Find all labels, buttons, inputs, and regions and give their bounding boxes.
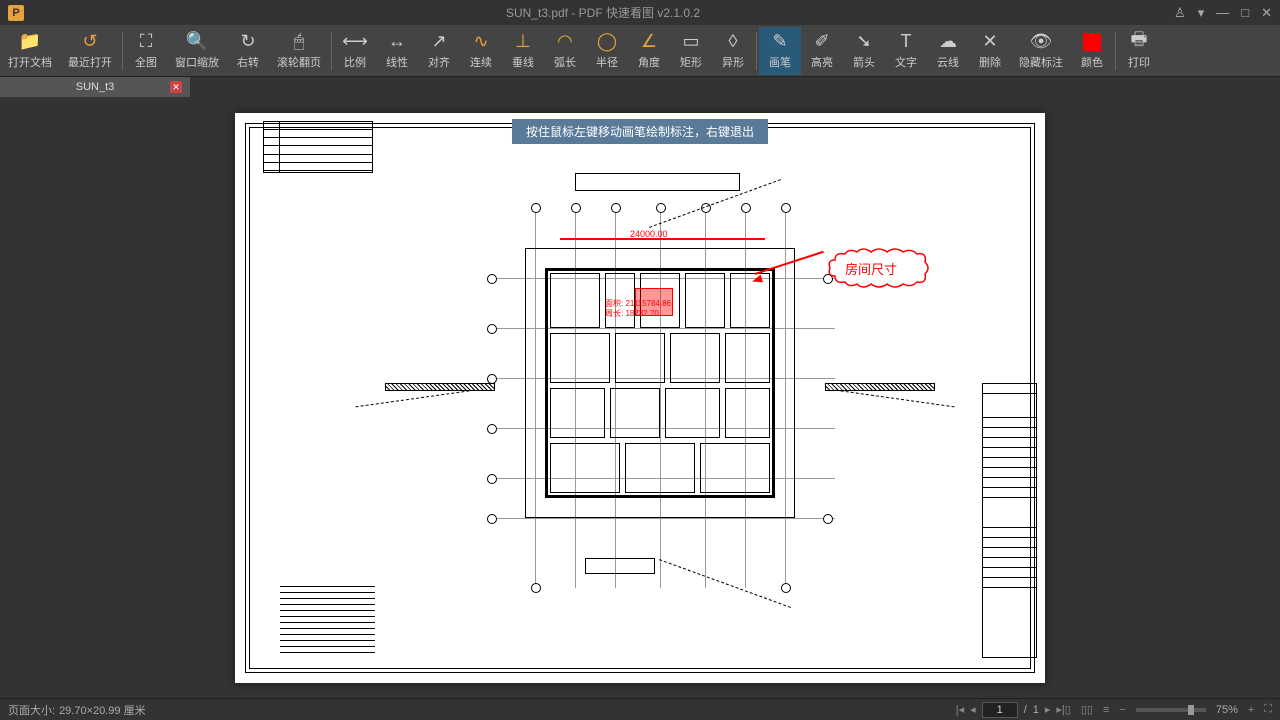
highlight-icon: ✐ xyxy=(814,32,829,52)
brush-button[interactable]: ✎画笔 xyxy=(759,27,801,75)
document-tab[interactable]: SUN_t3 ✕ xyxy=(0,77,190,97)
prev-page-icon[interactable]: ◂ xyxy=(970,703,976,716)
measure-text: 面积: 21115784.86 周长: 18732.70 xyxy=(605,299,671,319)
scale-icon: ⟷ xyxy=(342,32,368,52)
drawing-notes xyxy=(280,583,375,658)
align-button[interactable]: ↗对齐 xyxy=(418,27,460,75)
last-page-icon[interactable]: ▸| xyxy=(1056,703,1064,716)
linear-icon: ↔ xyxy=(388,32,406,52)
double-page-icon[interactable]: ▯▯ xyxy=(1081,703,1093,716)
arc-icon: ◠ xyxy=(557,32,573,52)
menu-icon[interactable]: ▾ xyxy=(1198,5,1205,21)
title-block xyxy=(982,383,1037,658)
delete-button[interactable]: ✕删除 xyxy=(969,27,1011,75)
tool-hint: 按住鼠标左键移动画笔绘制标注，右键退出 xyxy=(512,119,768,144)
highlight-button[interactable]: ✐高亮 xyxy=(801,27,843,75)
rect-button[interactable]: ▭矩形 xyxy=(670,27,712,75)
mouse-icon: 🖱 xyxy=(294,32,305,52)
vertical-button[interactable]: ⊥垂线 xyxy=(502,27,544,75)
text-button[interactable]: T文字 xyxy=(885,27,927,75)
pdf-page: 按住鼠标左键移动画笔绘制标注，右键退出 xyxy=(235,113,1045,683)
hidemark-button[interactable]: 👁隐藏标注 xyxy=(1011,27,1071,75)
continuous-icon: ∿ xyxy=(473,32,488,52)
single-page-icon[interactable]: ▯ xyxy=(1065,703,1071,716)
anomaly-button[interactable]: ◊异形 xyxy=(712,27,754,75)
delete-icon: ✕ xyxy=(982,32,997,52)
arrow-icon: ➘ xyxy=(856,32,871,52)
page-total: 1 xyxy=(1033,704,1039,716)
rotate-icon: ↻ xyxy=(240,32,255,52)
zoom-value: 75% xyxy=(1216,704,1238,716)
first-page-icon[interactable]: |◂ xyxy=(956,703,964,716)
user-icon[interactable]: ♙ xyxy=(1174,5,1186,21)
print-button[interactable]: 🖶打印 xyxy=(1118,27,1160,75)
page-input[interactable] xyxy=(982,702,1018,718)
vertical-icon: ⊥ xyxy=(515,32,531,52)
titlebar: P SUN_t3.pdf - PDF 快速看图 v2.1.0.2 ♙ ▾ — □… xyxy=(0,0,1280,25)
tab-close-icon[interactable]: ✕ xyxy=(170,81,182,93)
window-title: SUN_t3.pdf - PDF 快速看图 v2.1.0.2 xyxy=(32,4,1174,21)
zoom-slider[interactable] xyxy=(1136,708,1206,712)
brush-icon: ✎ xyxy=(772,32,787,52)
app-logo: P xyxy=(8,5,24,21)
statusbar: 页面大小: 29.70×20.99 厘米 |◂ ◂ / 1 ▸ ▸| ▯ ▯▯ … xyxy=(0,698,1280,720)
open-doc-button[interactable]: 📁打开文档 xyxy=(0,27,60,75)
radius-button[interactable]: ◯半径 xyxy=(586,27,628,75)
linear-button[interactable]: ↔线性 xyxy=(376,27,418,75)
next-page-icon[interactable]: ▸ xyxy=(1045,703,1051,716)
document-viewport[interactable]: 按住鼠标左键移动画笔绘制标注，右键退出 xyxy=(0,97,1280,698)
radius-icon: ◯ xyxy=(597,32,617,52)
cloud-icon: ☁ xyxy=(939,32,957,52)
color-icon xyxy=(1083,32,1101,52)
section-top xyxy=(575,173,740,191)
continuous-page-icon[interactable]: ≡ xyxy=(1103,704,1109,716)
scale-button[interactable]: ⟷比例 xyxy=(334,27,376,75)
anomaly-icon: ◊ xyxy=(729,32,738,52)
legend-table xyxy=(263,121,373,173)
recent-button[interactable]: ↺最近打开 xyxy=(60,27,120,75)
history-icon: ↺ xyxy=(82,32,97,52)
pagesize-value: 29.70×20.99 厘米 xyxy=(59,702,146,718)
page-sep: / xyxy=(1024,704,1027,716)
zoom-out-icon[interactable]: − xyxy=(1119,704,1125,716)
expand-icon: ⛶ xyxy=(140,32,153,52)
fullview-button[interactable]: ⛶全图 xyxy=(125,27,167,75)
section-bottom xyxy=(585,558,655,574)
cloud-button[interactable]: ☁云线 xyxy=(927,27,969,75)
hide-icon: 👁 xyxy=(1030,32,1053,52)
winzoom-button[interactable]: 🔍窗口缩放 xyxy=(167,27,227,75)
tab-label: SUN_t3 xyxy=(76,81,115,93)
scrollpage-button[interactable]: 🖱滚轮翻页 xyxy=(269,27,329,75)
arc-button[interactable]: ◠弧长 xyxy=(544,27,586,75)
dimension-value: 24000.00 xyxy=(630,229,668,239)
tabbar: SUN_t3 ✕ xyxy=(0,77,1280,97)
angle-button[interactable]: ∠角度 xyxy=(628,27,670,75)
pagesize-label: 页面大小: xyxy=(8,702,55,718)
rect-icon: ▭ xyxy=(682,32,699,52)
zoom-icon: 🔍 xyxy=(186,32,208,52)
angle-icon: ∠ xyxy=(641,32,657,52)
maximize-icon[interactable]: □ xyxy=(1241,5,1249,21)
color-button[interactable]: 颜色 xyxy=(1071,27,1113,75)
continuous-button[interactable]: ∿连续 xyxy=(460,27,502,75)
folder-icon: 📁 xyxy=(19,32,41,52)
arrow-button[interactable]: ➘箭头 xyxy=(843,27,885,75)
text-icon: T xyxy=(901,32,912,52)
toolbar: 📁打开文档 ↺最近打开 ⛶全图 🔍窗口缩放 ↻右转 🖱滚轮翻页 ⟷比例 ↔线性 … xyxy=(0,25,1280,77)
cloud-text: 房间尺寸 xyxy=(845,259,897,278)
zoom-in-icon[interactable]: + xyxy=(1248,704,1254,716)
minimize-icon[interactable]: — xyxy=(1216,5,1229,21)
print-icon: 🖶 xyxy=(1131,32,1148,52)
close-icon[interactable]: ✕ xyxy=(1261,5,1272,21)
rotate-button[interactable]: ↻右转 xyxy=(227,27,269,75)
expand-icon[interactable]: ⛶ xyxy=(1264,703,1272,716)
align-icon: ↗ xyxy=(431,32,446,52)
